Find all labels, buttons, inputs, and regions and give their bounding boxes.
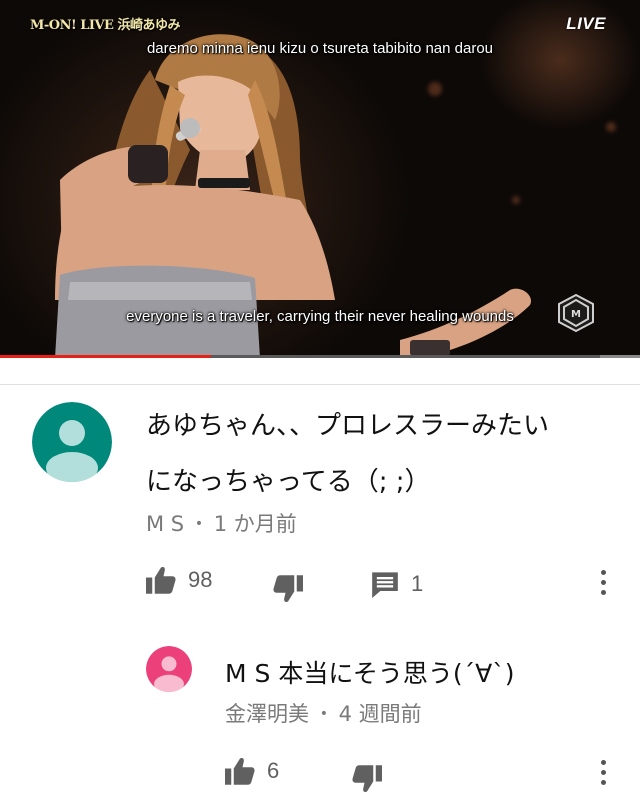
thumbs-down-icon	[273, 575, 303, 602]
video-player[interactable]: M-ON! LIVE 浜崎あゆみ LIVE daremo minna ienu …	[0, 0, 640, 358]
reply-like-count: 6	[267, 758, 280, 783]
dislike-button[interactable]	[273, 575, 303, 603]
reply-dislike-button[interactable]	[352, 765, 382, 793]
dot-icon	[601, 590, 606, 595]
svg-text:M: M	[571, 309, 581, 320]
comment-text-line-1: あゆちゃん、、プロレスラーみたい	[146, 411, 550, 441]
progress-bar[interactable]	[0, 355, 640, 358]
subtitle-english: everyone is a traveler, carrying their n…	[126, 308, 514, 325]
thumbs-down-icon	[352, 765, 382, 792]
reply-author[interactable]: 金澤明美	[225, 702, 309, 726]
reply-more-options-button[interactable]	[597, 760, 609, 788]
comment-time[interactable]: 1 か月前	[214, 512, 297, 536]
thumbs-up-icon	[146, 567, 176, 594]
meta-separator: •	[194, 516, 204, 532]
reply-button[interactable]: 1	[371, 570, 423, 598]
reply-avatar[interactable]	[146, 646, 192, 692]
dot-icon	[601, 580, 606, 585]
reply-like-button[interactable]: 6	[225, 757, 279, 785]
progress-fill	[0, 355, 212, 358]
progress-buffer	[600, 355, 640, 358]
comment-icon	[372, 572, 398, 598]
dot-icon	[601, 780, 606, 785]
dot-icon	[601, 760, 606, 765]
default-avatar-icon	[146, 646, 192, 692]
reply-meta: 金澤明美 • 4 週間前	[225, 698, 422, 728]
reply-text: M S 本当にそう思う(´∀`)	[225, 659, 515, 688]
meta-separator: •	[319, 706, 328, 722]
comment-text-line-2: になっちゃってる（; ;）	[146, 467, 431, 497]
subtitle-romaji: daremo minna ienu kizu o tsureta tabibit…	[146, 40, 494, 57]
comment-meta: M S • 1 か月前	[146, 508, 297, 538]
live-indicator: LIVE	[566, 14, 606, 33]
comment-author[interactable]: M S	[146, 512, 184, 536]
dot-icon	[601, 570, 606, 575]
avatar[interactable]	[32, 402, 112, 482]
dot-icon	[601, 770, 606, 775]
section-divider	[0, 384, 640, 385]
channel-overlay-label: M-ON! LIVE 浜崎あゆみ	[30, 18, 180, 33]
reply-time[interactable]: 4 週間前	[339, 702, 422, 726]
like-button[interactable]: 98	[146, 566, 212, 594]
like-count: 98	[188, 567, 213, 592]
m-on-logo-icon: M	[558, 294, 594, 332]
thumbs-up-icon	[225, 758, 255, 785]
reply-count: 1	[411, 571, 424, 596]
comment-more-options-button[interactable]	[597, 570, 609, 598]
default-avatar-icon	[32, 402, 112, 482]
